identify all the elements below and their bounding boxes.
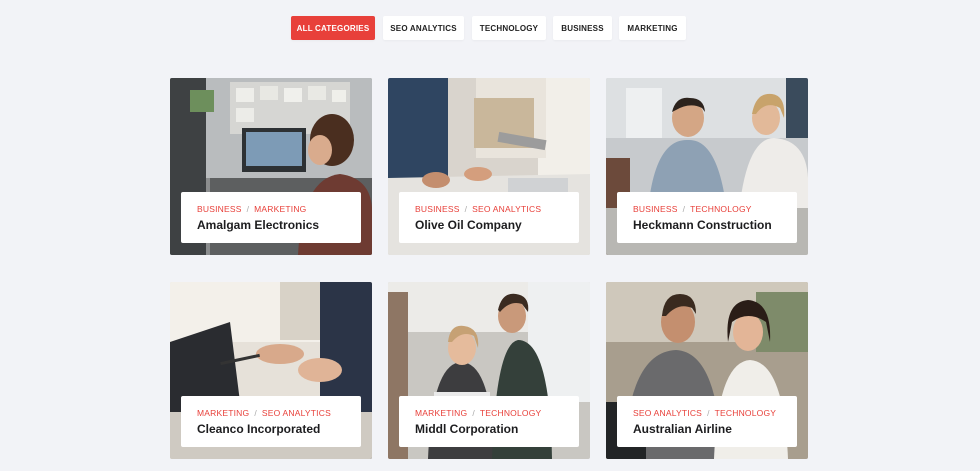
card-categories: MARKETING / TECHNOLOGY	[415, 408, 541, 418]
card-categories: BUSINESS / TECHNOLOGY	[633, 204, 752, 214]
card-category[interactable]: SEO ANALYTICS	[472, 204, 541, 214]
card-category[interactable]: BUSINESS	[633, 204, 678, 214]
card-category[interactable]: TECHNOLOGY	[690, 204, 752, 214]
portfolio-card[interactable]: SEO ANALYTICS / TECHNOLOGY Australian Airl…	[606, 282, 808, 459]
category-separator: /	[472, 408, 475, 418]
card-title[interactable]: Amalgam Electronics	[197, 218, 319, 232]
card-title[interactable]: Cleanco Incorporated	[197, 422, 320, 436]
filter-marketing[interactable]: MARKETING	[619, 16, 686, 40]
category-separator: /	[707, 408, 710, 418]
category-filter-bar: ALL CATEGORIES SEO ANALYTICS TECHNOLOGY …	[0, 16, 980, 40]
category-separator: /	[246, 204, 250, 214]
card-categories: SEO ANALYTICS / TECHNOLOGY	[633, 408, 776, 418]
card-caption: BUSINESS / SEO ANALYTICS Olive Oil Company	[399, 192, 579, 243]
card-category[interactable]: TECHNOLOGY	[715, 408, 777, 418]
card-categories: MARKETING / SEO ANALYTICS	[197, 408, 331, 418]
card-category[interactable]: TECHNOLOGY	[480, 408, 542, 418]
card-title[interactable]: Olive Oil Company	[415, 218, 522, 232]
portfolio-card[interactable]: BUSINESS / SEO ANALYTICS Olive Oil Company	[388, 78, 590, 255]
card-title[interactable]: Middl Corporation	[415, 422, 518, 436]
card-category[interactable]: SEO ANALYTICS	[633, 408, 702, 418]
card-caption: SEO ANALYTICS / TECHNOLOGY Australian Airl…	[617, 396, 797, 447]
card-category[interactable]: BUSINESS	[197, 204, 242, 214]
card-category[interactable]: SEO ANALYTICS	[262, 408, 331, 418]
card-caption: BUSINESS / TECHNOLOGY Heckmann Constructio…	[617, 192, 797, 243]
filter-all-categories[interactable]: ALL CATEGORIES	[291, 16, 375, 40]
portfolio-card[interactable]: MARKETING / TECHNOLOGY Middl Corporation	[388, 282, 590, 459]
card-category[interactable]: MARKETING	[415, 408, 467, 418]
card-caption: MARKETING / SEO ANALYTICS Cleanco Incorpor…	[181, 396, 361, 447]
card-categories: BUSINESS / SEO ANALYTICS	[415, 204, 541, 214]
filter-business[interactable]: BUSINESS	[553, 16, 612, 40]
portfolio-card[interactable]: BUSINESS / MARKETING Amalgam Electronics	[170, 78, 372, 255]
card-categories: BUSINESS / MARKETING	[197, 204, 307, 214]
card-category[interactable]: MARKETING	[254, 204, 306, 214]
portfolio-card[interactable]: MARKETING / SEO ANALYTICS Cleanco Incorpor…	[170, 282, 372, 459]
portfolio-card[interactable]: BUSINESS / TECHNOLOGY Heckmann Constructio…	[606, 78, 808, 255]
card-caption: BUSINESS / MARKETING Amalgam Electronics	[181, 192, 361, 243]
card-caption: MARKETING / TECHNOLOGY Middl Corporation	[399, 396, 579, 447]
card-category[interactable]: MARKETING	[197, 408, 249, 418]
filter-technology[interactable]: TECHNOLOGY	[472, 16, 546, 40]
category-separator: /	[464, 204, 468, 214]
category-separator: /	[682, 204, 686, 214]
card-title[interactable]: Heckmann Construction	[633, 218, 772, 232]
card-category[interactable]: BUSINESS	[415, 204, 460, 214]
filter-seo-analytics[interactable]: SEO ANALYTICS	[383, 16, 464, 40]
category-separator: /	[254, 408, 257, 418]
card-title[interactable]: Australian Airline	[633, 422, 732, 436]
